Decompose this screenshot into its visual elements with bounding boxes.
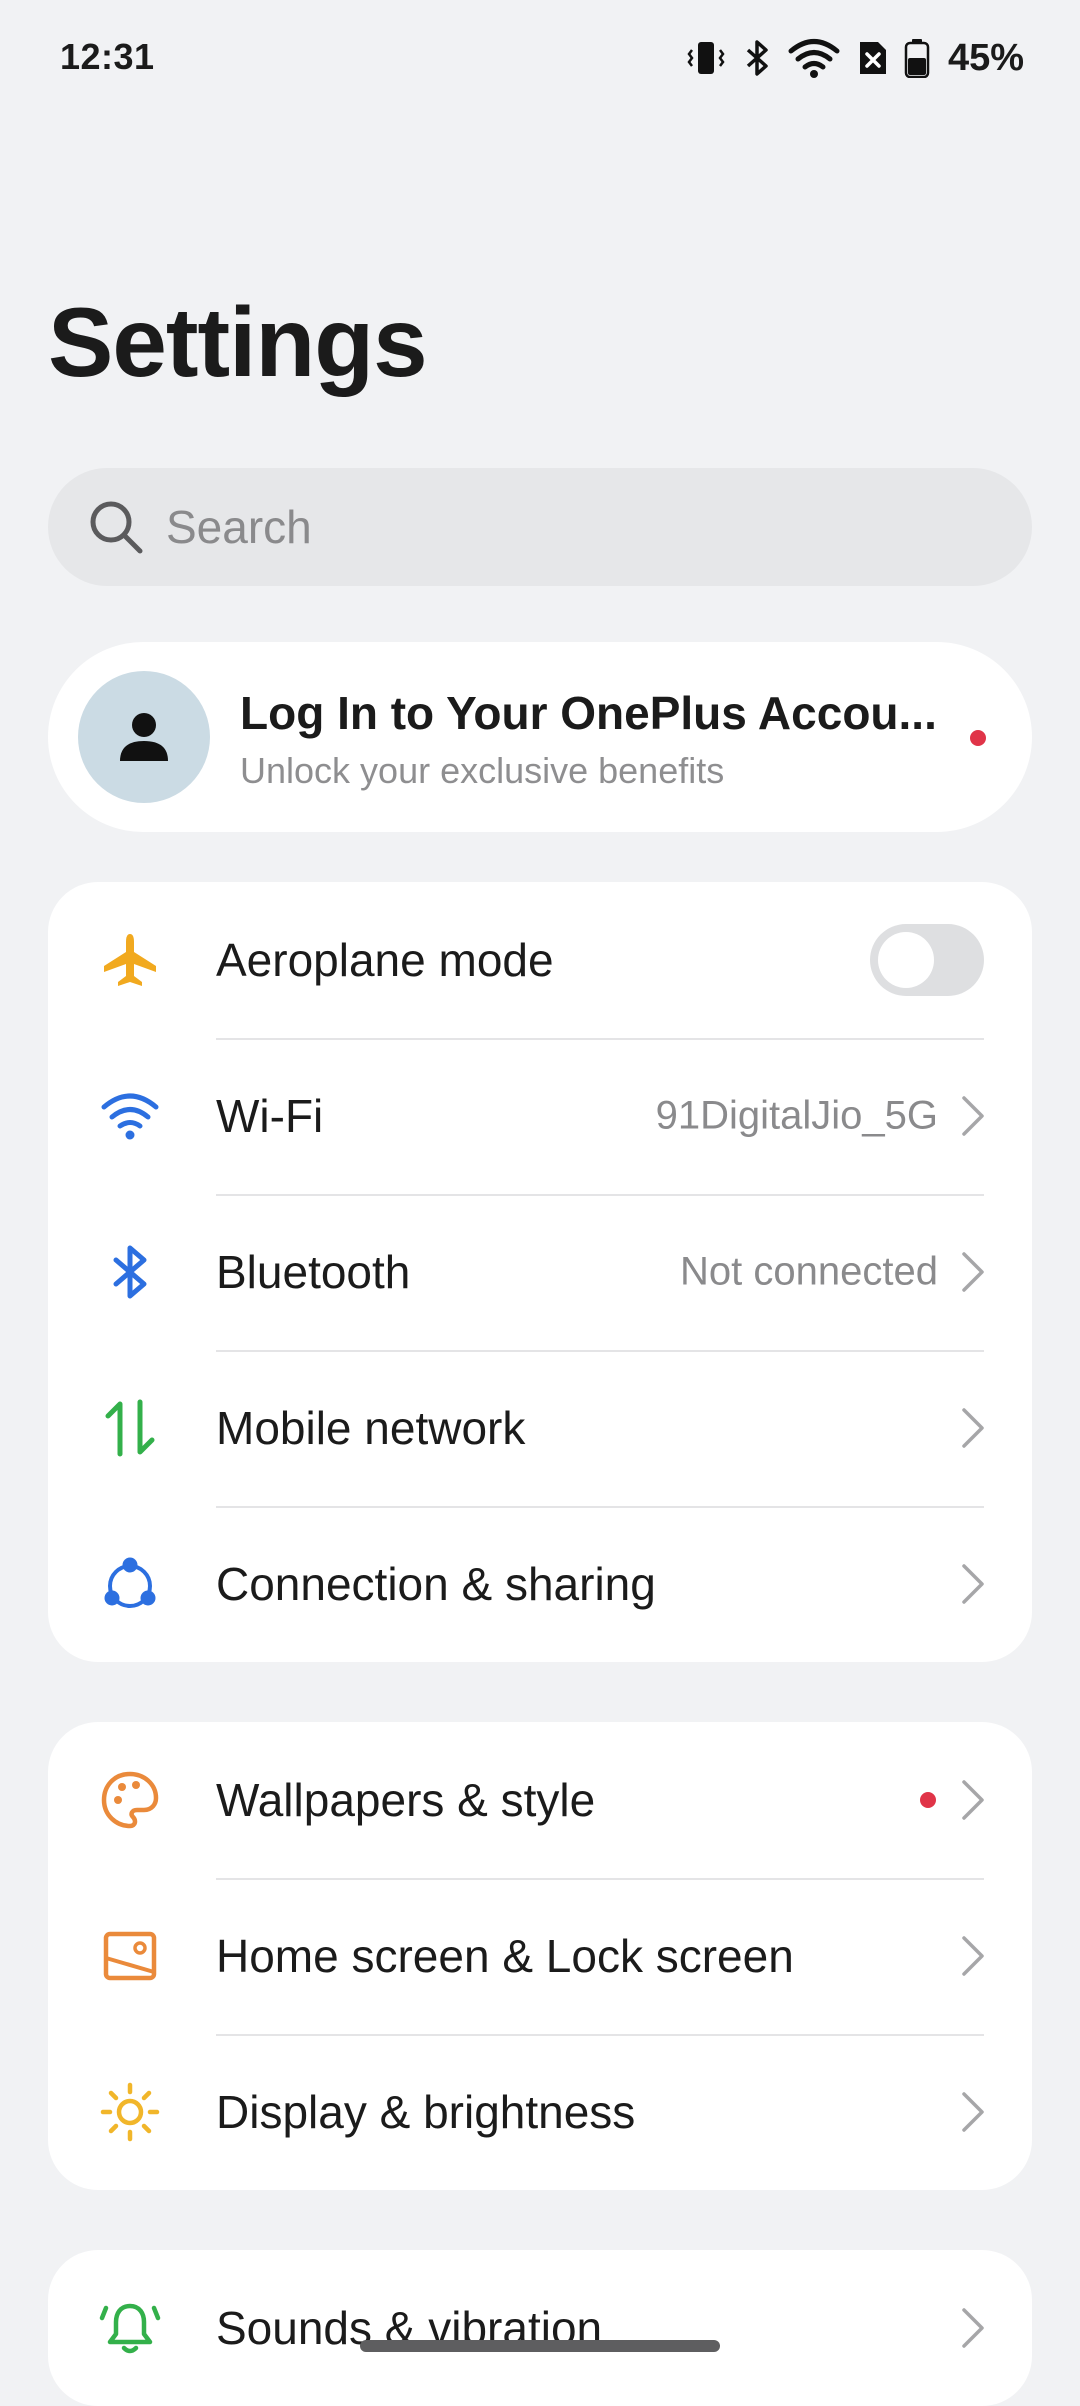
notification-dot: [920, 1792, 936, 1808]
status-time: 12:31: [60, 36, 155, 77]
chevron-right-icon: [962, 1408, 984, 1448]
vibrate-icon: [686, 38, 726, 78]
account-card[interactable]: Log In to Your OnePlus Accou... Unlock y…: [48, 642, 1032, 832]
row-label: Display & brightness: [216, 2086, 636, 2138]
row-label: Wallpapers & style: [216, 1774, 596, 1826]
person-icon: [120, 713, 168, 761]
search-input[interactable]: [164, 499, 968, 555]
mobile-data-icon: [98, 1396, 162, 1460]
wifi-network-name: 91DigitalJio_5G: [655, 1093, 938, 1138]
avatar: [78, 671, 210, 803]
sound-group: Sounds & vibration: [48, 2250, 1032, 2406]
bluetooth-row[interactable]: Bluetooth Not connected: [48, 1194, 1032, 1350]
mobile-network-row[interactable]: Mobile network: [48, 1350, 1032, 1506]
aeroplane-mode-row[interactable]: Aeroplane mode: [48, 882, 1032, 1038]
wifi-row[interactable]: Wi-Fi 91DigitalJio_5G: [48, 1038, 1032, 1194]
notification-dot: [970, 730, 986, 746]
home-indicator[interactable]: [360, 2340, 720, 2352]
share-icon: [98, 1552, 162, 1616]
wallpapers-style-row[interactable]: Wallpapers & style: [48, 1722, 1032, 1878]
status-icons: 45%: [686, 34, 1024, 82]
row-label: Connection & sharing: [216, 1558, 656, 1610]
row-label: Mobile network: [216, 1402, 526, 1454]
battery-percent: 45%: [947, 36, 1024, 79]
row-label: Aeroplane mode: [216, 934, 554, 986]
palette-icon: [98, 1768, 162, 1832]
home-lock-screen-row[interactable]: Home screen & Lock screen: [48, 1878, 1032, 2034]
personalization-group: Wallpapers & style Home screen & Lock sc…: [48, 1722, 1032, 2190]
bluetooth-icon: [98, 1240, 162, 1304]
home-lock-icon: [98, 1924, 162, 1988]
airplane-icon: [98, 928, 162, 992]
status-bar: 12:31 45%: [0, 0, 1080, 110]
page-title: Settings: [48, 287, 428, 397]
connection-sharing-row[interactable]: Connection & sharing: [48, 1506, 1032, 1662]
display-brightness-row[interactable]: Display & brightness: [48, 2034, 1032, 2190]
chevron-right-icon: [962, 1936, 984, 1976]
wifi-icon: [788, 38, 840, 78]
chevron-right-icon: [962, 1096, 984, 1136]
bluetooth-icon: [742, 38, 772, 78]
chevron-right-icon: [962, 1564, 984, 1604]
row-label: Home screen & Lock screen: [216, 1930, 794, 1982]
battery-icon: [904, 38, 930, 78]
account-title: Log In to Your OnePlus Accou...: [240, 687, 937, 739]
connectivity-group: Aeroplane mode Wi-Fi 91DigitalJio_5G Blu…: [48, 882, 1032, 1662]
row-label: Wi-Fi: [216, 1090, 324, 1142]
bell-icon: [98, 2296, 162, 2360]
toggle-knob: [878, 932, 934, 988]
account-subtitle: Unlock your exclusive benefits: [240, 750, 725, 791]
chevron-right-icon: [962, 2308, 984, 2348]
search-bar[interactable]: [48, 468, 1032, 586]
chevron-right-icon: [962, 1780, 984, 1820]
aeroplane-mode-toggle[interactable]: [870, 924, 984, 996]
search-icon: [90, 501, 143, 554]
no-sim-icon: [856, 38, 888, 78]
chevron-right-icon: [962, 1252, 984, 1292]
sounds-vibration-row[interactable]: Sounds & vibration: [48, 2250, 1032, 2406]
row-label: Bluetooth: [216, 1246, 411, 1298]
chevron-right-icon: [962, 2092, 984, 2132]
sun-icon: [98, 2080, 162, 2144]
bluetooth-status: Not connected: [680, 1249, 938, 1294]
wifi-icon: [98, 1084, 162, 1148]
